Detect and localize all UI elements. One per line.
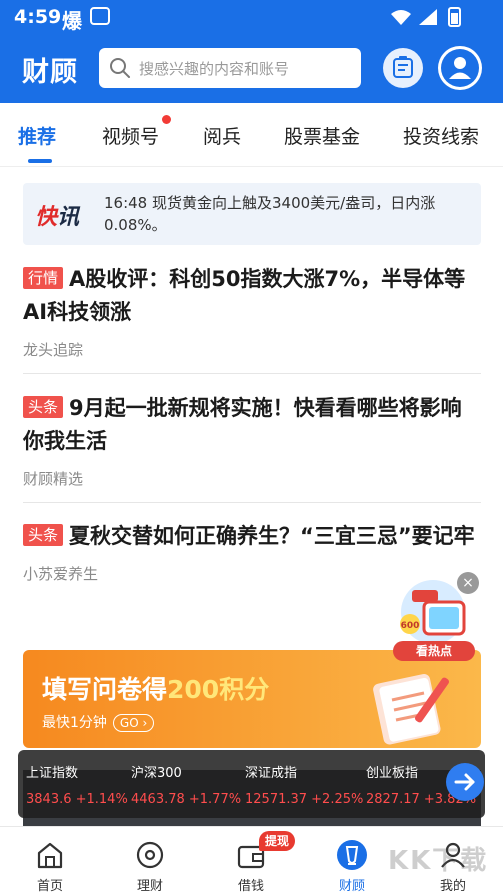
flash-news-card[interactable]: 快讯 16:48 现货黄金向上触及3400美元/盎司，日内涨0.08%。	[23, 183, 481, 245]
signal-icon	[419, 9, 437, 25]
tab-recommend[interactable]: 推荐	[18, 122, 56, 149]
search-placeholder: 搜感兴趣的内容和账号	[139, 60, 290, 78]
svg-text:600: 600	[401, 621, 420, 631]
active-tab-indicator	[28, 159, 52, 163]
watermark: KK下载	[388, 846, 489, 876]
app-header: 财顾 搜感兴趣的内容和账号	[0, 34, 503, 103]
category-tabs: 推荐 视频号 阅兵 股票基金 投资线索	[0, 103, 503, 167]
system-status-icons	[391, 7, 461, 27]
article-tag: 行情	[23, 267, 64, 289]
market-ticker[interactable]: 上证指数 3843.6 +1.14% 沪深300 4463.78 +1.77% …	[18, 750, 485, 818]
flash-news-badge: 快讯	[35, 205, 80, 230]
news-button[interactable]	[383, 48, 423, 88]
tab-stocks-funds[interactable]: 股票基金	[284, 122, 360, 149]
close-icon[interactable]: ×	[457, 572, 479, 594]
home-icon	[37, 842, 63, 869]
search-input[interactable]: 搜感兴趣的内容和账号	[99, 48, 361, 88]
hot-topics-label[interactable]: 看热点	[393, 641, 475, 661]
user-icon	[441, 49, 479, 87]
nav-caigu[interactable]: 财顾	[320, 827, 384, 894]
app-logo: 财顾	[22, 57, 78, 88]
article-title: 头条 9月起一批新规将实施！快看看哪些将影响你我生活	[23, 396, 462, 453]
article-source: 财顾精选	[23, 470, 84, 488]
caigu-icon	[337, 840, 367, 870]
document-icon	[393, 56, 413, 78]
divider	[23, 373, 481, 374]
search-icon	[110, 58, 130, 78]
tab-investment-clues[interactable]: 投资线索	[403, 122, 479, 149]
status-bar: 4:59 爆	[0, 0, 503, 34]
article-tag: 头条	[23, 524, 64, 546]
status-indicator: 爆	[62, 9, 82, 33]
article-title: 行情 A股收评：科创50指数大涨7%，半导体等AI科技领涨	[23, 267, 466, 324]
notification-dot	[162, 115, 171, 124]
go-button[interactable]: GO ›	[112, 714, 155, 732]
profile-avatar-button[interactable]	[438, 46, 482, 90]
article-item[interactable]: 头条 夏秋交替如何正确养生？“三宜三忌”要记牢 小苏爱养生	[23, 520, 481, 584]
banner-title: 填写问卷得200积分	[42, 675, 270, 704]
arrow-right-icon	[454, 773, 475, 791]
coin-icon	[136, 841, 164, 869]
flash-news-text: 16:48 现货黄金向上触及3400美元/盎司，日内涨0.08%。	[104, 194, 436, 234]
banner-subtitle: 最快1分钟 GO ›	[42, 712, 155, 732]
tab-parade[interactable]: 阅兵	[203, 122, 241, 149]
nav-wealth[interactable]: 理财	[118, 827, 182, 894]
article-title: 头条 夏秋交替如何正确养生？“三宜三忌”要记牢	[23, 520, 481, 553]
wifi-icon	[391, 10, 411, 25]
article-item[interactable]: 头条 9月起一批新规将实施！快看看哪些将影响你我生活 财顾精选	[23, 392, 481, 489]
ticker-expand-button[interactable]	[446, 763, 484, 801]
app-notification-icon	[90, 7, 110, 25]
article-item[interactable]: 行情 A股收评：科创50指数大涨7%，半导体等AI科技领涨 龙头追踪	[23, 263, 481, 360]
article-source: 龙头追踪	[23, 341, 84, 359]
notepad-illustration	[373, 673, 450, 745]
survey-banner[interactable]: 填写问卷得200积分 最快1分钟 GO ›	[23, 650, 481, 748]
divider	[23, 502, 481, 503]
tab-video[interactable]: 视频号	[102, 122, 159, 149]
article-tag: 头条	[23, 396, 64, 418]
withdraw-badge: 提现	[259, 831, 296, 851]
status-time: 4:59	[14, 6, 62, 28]
nav-home[interactable]: 首页	[18, 827, 82, 894]
